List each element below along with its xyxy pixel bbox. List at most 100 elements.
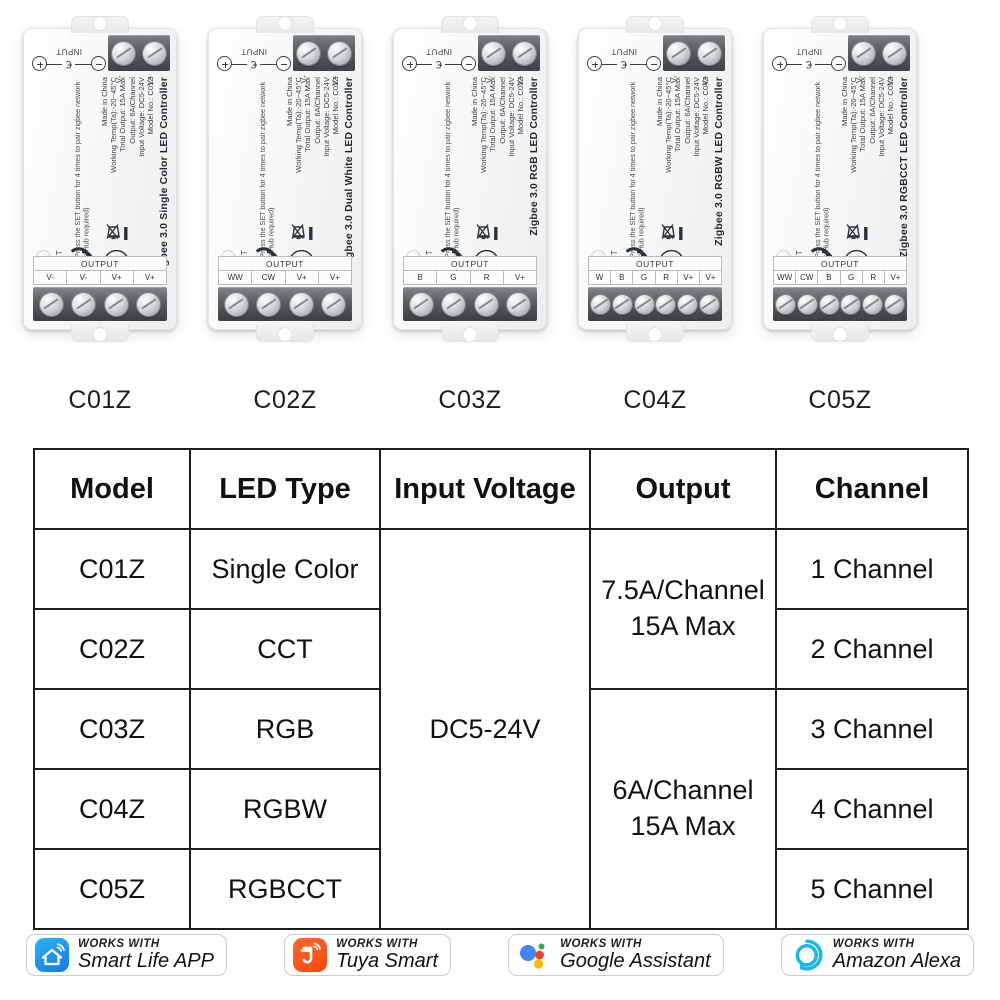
input-polarity-icon: € INPUT (772, 39, 846, 73)
output-terminal-label: G (841, 271, 863, 284)
product-card-c02z: € INPUT V- V+ Zigbee 3.0 Dual White LED … (200, 16, 370, 414)
screw-terminal (851, 40, 876, 66)
header-output: Output (589, 448, 777, 530)
product-caption: C03Z (438, 386, 502, 414)
device-output-line: Output: 6A/Channel (312, 77, 322, 144)
cell-channel: 5 Channel (775, 848, 969, 930)
output-terminal-block (33, 287, 167, 321)
mounting-tab-top (626, 16, 684, 33)
output-terminal-block (218, 287, 352, 321)
header-channel: Channel (775, 448, 969, 530)
device-title: Zigbee 3.0 RGB LED Controller (528, 77, 540, 236)
cell-led-type: Single Color (189, 528, 381, 610)
device-origin-line: Made in China (839, 77, 849, 126)
cell-output-group-2: 6A/Channel 15A Max (589, 688, 777, 930)
badge-works-with-label: WORKS WITH (336, 937, 418, 950)
cell-led-type: RGB (189, 688, 381, 770)
output-group-1-line-1: 7.5A/Channel (601, 575, 765, 606)
output-terminal-label: V+ (514, 273, 525, 282)
weee-bin-icon (99, 223, 129, 243)
tuya-icon (293, 938, 328, 972)
device-voltage-line: Input Voltage: DC5-24V (691, 77, 701, 157)
controller-body: € INPUT V- V+ Zigbee 3.0 Single Color LE… (23, 16, 177, 342)
controller-body: € INPUT V- V+ Zigbee 3.0 Dual White LED … (208, 16, 362, 342)
cell-channel: 1 Channel (775, 528, 969, 610)
device-title: Zigbee 3.0 Single Color LED Controller (158, 77, 170, 276)
output-terminal-label: V- (34, 271, 68, 284)
cell-model: C02Z (33, 608, 191, 690)
screw-terminal (655, 293, 677, 315)
output-terminal-labels: B G R V+ (403, 270, 537, 285)
output-terminal-label: V+ (286, 271, 319, 284)
screw-terminal (676, 293, 698, 315)
input-label: INPUT (241, 47, 267, 56)
works-with-badge-google-assistant[interactable]: WORKS WITH Google Assistant (508, 934, 724, 976)
device-total-output-line: Total Output: 15A Max (303, 77, 313, 152)
screw-terminal (697, 40, 722, 66)
device-output-line: Output: 6A/Channel (682, 77, 692, 144)
output-terminal-label: V+ (101, 271, 134, 284)
device-origin-line: Made in China (99, 77, 109, 126)
output-section: OUTPUT W B G R V+ V+ (588, 256, 722, 321)
cell-led-type: RGBCCT (189, 848, 381, 930)
mounting-tab-bottom (811, 325, 869, 342)
device-origin-line: Made in China (284, 77, 294, 126)
screw-terminal (590, 293, 612, 315)
input-terminal-block (848, 35, 910, 71)
output-terminal-labels: WW CW V+ V+ (218, 270, 352, 285)
input-terminal-block (478, 35, 540, 71)
output-header-label: OUTPUT (773, 256, 907, 270)
cell-model: C01Z (33, 528, 191, 610)
mounting-tab-top (256, 16, 314, 33)
output-section: OUTPUT WW CW V+ V+ (218, 256, 352, 321)
cell-model: C05Z (33, 848, 191, 930)
weee-bin-icon (469, 223, 499, 243)
screw-terminal (142, 40, 167, 66)
device-model-line: Model No.: C05Z (886, 77, 896, 135)
badge-service-name: Smart Life APP (78, 950, 214, 973)
input-polarity-icon: € INPUT (217, 39, 291, 73)
device-total-output-line: Total Output: 15A Max (858, 77, 868, 152)
screw-terminal (818, 293, 840, 315)
device-title: Zigbee 3.0 RGBW LED Controller (713, 77, 725, 246)
works-with-badge-smart-life-app[interactable]: WORKS WITH Smart Life APP (26, 934, 227, 976)
product-caption: C02Z (253, 386, 317, 414)
badge-text: WORKS WITH Amazon Alexa (833, 938, 961, 972)
device-model-line: Model No.: C04Z (701, 77, 711, 135)
device-output-line: Output: 6A/Channel (497, 77, 507, 144)
device-temp-line: Working Temp(Ta):-20~45°C (108, 77, 118, 173)
output-header-label: OUTPUT (588, 256, 722, 270)
badge-service-name: Google Assistant (560, 950, 711, 973)
product-card-c03z: € INPUT V- V+ Zigbee 3.0 RGB LED Control… (385, 16, 555, 414)
mounting-tab-bottom (256, 325, 314, 342)
device-voltage-line: Input Voltage: DC5-24V (136, 77, 146, 157)
output-group-1-line-2: 15A Max (630, 611, 736, 641)
device-voltage-line: Input Voltage: DC5-24V (321, 77, 331, 157)
device-temp-line: Working Temp(Ta):-20~45°C (848, 77, 858, 173)
specification-table: Model LED Type Input Voltage Output Chan… (33, 448, 969, 930)
output-terminal-label: CW (252, 271, 286, 284)
output-terminal-label: R (471, 271, 504, 284)
badge-service-name: Amazon Alexa (832, 950, 961, 973)
output-section: OUTPUT WW CW B G R V+ (773, 256, 907, 321)
cell-output-group-1: 7.5A/Channel 15A Max (589, 528, 777, 690)
input-terminal-block (293, 35, 355, 71)
works-with-badge-tuya-smart[interactable]: WORKS WITH Tuya Smart (284, 934, 452, 976)
output-terminal-label: B (404, 271, 438, 284)
mounting-tab-top (71, 16, 129, 33)
cell-led-type: CCT (189, 608, 381, 690)
output-terminal-label: V+ (678, 271, 700, 284)
screw-terminal (506, 291, 532, 317)
output-terminal-label: R (863, 271, 885, 284)
screw-terminal (473, 291, 499, 317)
screw-terminal (840, 293, 862, 315)
works-with-badge-amazon-alexa[interactable]: WORKS WITH Amazon Alexa (780, 934, 974, 976)
output-terminal-label: WW (219, 271, 253, 284)
amazon-alexa-icon (790, 938, 824, 972)
badge-text: WORKS WITH Smart Life APP (78, 938, 214, 972)
device-voltage-line: Input Voltage: DC5-24V (876, 77, 886, 157)
cell-channel: 3 Channel (775, 688, 969, 770)
badge-works-with-label: WORKS WITH (832, 937, 915, 950)
weee-bin-icon (654, 223, 684, 243)
input-terminal-block (108, 35, 170, 71)
